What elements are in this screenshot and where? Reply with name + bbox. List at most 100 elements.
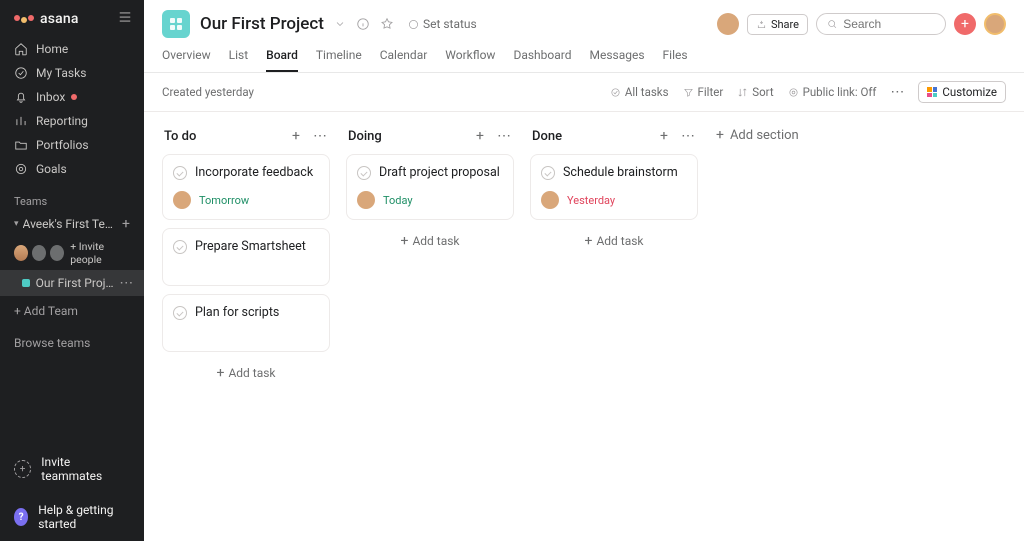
search-input-wrap[interactable] bbox=[816, 13, 946, 35]
tab-list[interactable]: List bbox=[229, 48, 249, 72]
task-title: Incorporate feedback bbox=[195, 165, 313, 181]
task-card[interactable]: Prepare Smartsheet bbox=[162, 228, 330, 286]
column-more-icon[interactable] bbox=[496, 128, 512, 144]
omni-add-button[interactable]: + bbox=[954, 13, 976, 35]
column-more-icon[interactable] bbox=[312, 128, 328, 144]
task-title: Draft project proposal bbox=[379, 165, 500, 181]
nav-my-tasks[interactable]: My Tasks bbox=[0, 61, 144, 85]
tab-overview[interactable]: Overview bbox=[162, 48, 211, 72]
assignee-avatar[interactable] bbox=[541, 191, 559, 209]
browse-teams-link[interactable]: Browse teams bbox=[0, 326, 144, 360]
invite-teammates-button[interactable]: + Invite teammates bbox=[0, 445, 144, 493]
complete-task-icon[interactable] bbox=[173, 306, 187, 320]
search-icon bbox=[827, 18, 837, 30]
member-avatar[interactable] bbox=[717, 13, 739, 35]
project-more-icon[interactable] bbox=[119, 275, 134, 291]
team-row[interactable]: ▾ Aveek's First Te… bbox=[0, 212, 144, 236]
column-more-icon[interactable] bbox=[680, 128, 696, 144]
tab-workflow[interactable]: Workflow bbox=[445, 48, 495, 72]
member-avatar[interactable] bbox=[50, 245, 64, 261]
customize-icon bbox=[927, 87, 937, 97]
nav-home[interactable]: Home bbox=[0, 37, 144, 61]
task-card[interactable]: Plan for scripts bbox=[162, 294, 330, 352]
task-title: Prepare Smartsheet bbox=[195, 239, 306, 255]
nav-reporting[interactable]: Reporting bbox=[0, 109, 144, 133]
project-tabs: Overview List Board Timeline Calendar Wo… bbox=[162, 48, 1006, 72]
nav-portfolios[interactable]: Portfolios bbox=[0, 133, 144, 157]
check-circle-icon bbox=[14, 66, 28, 80]
project-title: Our First Project bbox=[200, 14, 324, 34]
help-button[interactable]: ? Help & getting started bbox=[0, 493, 144, 541]
project-menu-chevron-icon[interactable] bbox=[334, 18, 346, 30]
add-task-icon[interactable] bbox=[288, 128, 304, 144]
tab-board[interactable]: Board bbox=[266, 48, 298, 72]
add-to-team-button[interactable] bbox=[118, 216, 134, 232]
tab-calendar[interactable]: Calendar bbox=[380, 48, 428, 72]
add-task-button[interactable]: Add task bbox=[346, 228, 514, 254]
board: To do Incorporate feedback Tomorrow Prepare… bbox=[144, 112, 1024, 541]
target-icon bbox=[14, 162, 28, 176]
invite-people-button[interactable]: + Invite people bbox=[70, 240, 130, 266]
project-icon[interactable] bbox=[162, 10, 190, 38]
public-link-toggle[interactable]: Public link: Off bbox=[788, 85, 877, 99]
sidebar: asana Home My Tasks Inbox Reporti bbox=[0, 0, 144, 541]
nav-portfolios-label: Portfolios bbox=[36, 138, 89, 152]
chevron-down-icon: ▾ bbox=[14, 219, 19, 229]
add-task-icon[interactable] bbox=[472, 128, 488, 144]
logo[interactable]: asana bbox=[14, 11, 79, 27]
sidebar-collapse-icon[interactable] bbox=[118, 10, 132, 27]
task-title: Plan for scripts bbox=[195, 305, 279, 321]
due-date: Tomorrow bbox=[199, 194, 249, 207]
member-avatar[interactable] bbox=[14, 245, 28, 261]
all-tasks-filter[interactable]: All tasks bbox=[610, 85, 669, 99]
nav-inbox[interactable]: Inbox bbox=[0, 85, 144, 109]
tab-files[interactable]: Files bbox=[663, 48, 688, 72]
tab-dashboard[interactable]: Dashboard bbox=[513, 48, 571, 72]
sort-button[interactable]: Sort bbox=[737, 85, 773, 99]
task-card[interactable]: Draft project proposalToday bbox=[346, 154, 514, 220]
nav-home-label: Home bbox=[36, 42, 68, 56]
column-title: Done bbox=[532, 129, 648, 144]
nav-goals-label: Goals bbox=[36, 162, 67, 176]
complete-task-icon[interactable] bbox=[173, 166, 187, 180]
due-date: Yesterday bbox=[567, 194, 615, 207]
add-task-button[interactable]: Add task bbox=[162, 360, 330, 386]
board-column: Done Schedule brainstormYesterday Add task bbox=[530, 124, 698, 254]
column-title: To do bbox=[164, 129, 280, 144]
member-avatar[interactable] bbox=[32, 245, 46, 261]
sidebar-project-row[interactable]: Our First Project bbox=[0, 270, 144, 296]
star-icon[interactable] bbox=[380, 17, 394, 31]
subheader: Created yesterday All tasks Filter Sort … bbox=[144, 73, 1024, 112]
nav-goals[interactable]: Goals bbox=[0, 157, 144, 181]
add-task-icon[interactable] bbox=[656, 128, 672, 144]
home-icon bbox=[14, 42, 28, 56]
search-input[interactable] bbox=[843, 17, 935, 31]
complete-task-icon[interactable] bbox=[173, 240, 187, 254]
header: Our First Project Set status Share bbox=[144, 0, 1024, 73]
main-content: Our First Project Set status Share bbox=[144, 0, 1024, 541]
task-card[interactable]: Schedule brainstormYesterday bbox=[530, 154, 698, 220]
share-button[interactable]: Share bbox=[747, 14, 808, 35]
add-task-button[interactable]: Add task bbox=[530, 228, 698, 254]
add-section-button[interactable]: Add section bbox=[714, 124, 801, 147]
task-card[interactable]: Incorporate feedback Tomorrow bbox=[162, 154, 330, 220]
logo-icon bbox=[14, 15, 34, 23]
tab-timeline[interactable]: Timeline bbox=[316, 48, 362, 72]
assignee-avatar[interactable] bbox=[173, 191, 191, 209]
customize-button[interactable]: Customize bbox=[918, 81, 1006, 103]
filter-button[interactable]: Filter bbox=[683, 85, 724, 99]
complete-task-icon[interactable] bbox=[357, 166, 371, 180]
complete-task-icon[interactable] bbox=[541, 166, 555, 180]
set-status-button[interactable]: Set status bbox=[404, 15, 481, 33]
add-team-button[interactable]: + Add Team bbox=[0, 296, 144, 326]
user-avatar[interactable] bbox=[984, 13, 1006, 35]
nav-reporting-label: Reporting bbox=[36, 114, 88, 128]
project-color-icon bbox=[22, 279, 30, 287]
assignee-avatar[interactable] bbox=[357, 191, 375, 209]
tab-messages[interactable]: Messages bbox=[589, 48, 644, 72]
more-options-icon[interactable] bbox=[890, 85, 904, 99]
project-info-icon[interactable] bbox=[356, 17, 370, 31]
board-column: Doing Draft project proposalToday Add task bbox=[346, 124, 514, 254]
created-label: Created yesterday bbox=[162, 85, 610, 99]
column-title: Doing bbox=[348, 129, 464, 144]
